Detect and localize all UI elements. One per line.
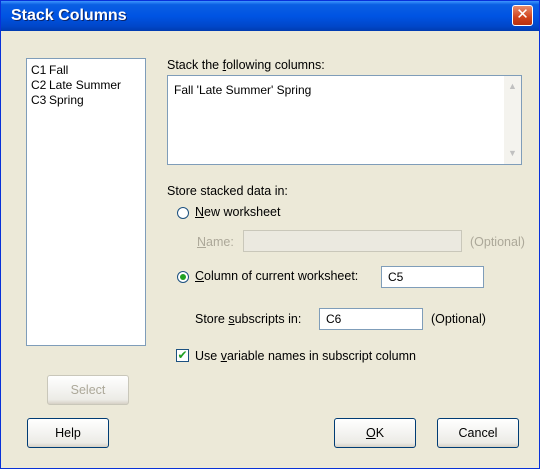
column-id: C2 [31, 78, 47, 92]
check-icon: ✔ [177, 348, 188, 362]
cancel-button[interactable]: Cancel [437, 418, 519, 448]
column-id: C1 [31, 63, 47, 77]
stack-columns-value: Fall 'Late Summer' Spring [174, 83, 312, 97]
column-current-field[interactable]: C5 [381, 266, 484, 288]
store-subscripts-label: Store subscripts in: [195, 312, 302, 326]
title-bar[interactable]: Stack Columns ✕ [1, 1, 539, 31]
use-variable-names-label[interactable]: Use variable names in subscript column [195, 349, 416, 363]
new-worksheet-label[interactable]: New worksheet [195, 205, 280, 219]
help-button[interactable]: Help [27, 418, 109, 448]
column-name: Spring [49, 93, 84, 107]
column-id: C3 [31, 93, 47, 107]
select-button[interactable]: Select [47, 375, 129, 405]
textarea-scrollbar[interactable]: ▲ ▼ [504, 76, 521, 164]
window-title: Stack Columns [11, 7, 127, 24]
name-optional-label: (Optional) [470, 235, 525, 249]
list-item[interactable]: C2 Late Summer [31, 78, 121, 93]
close-icon: ✕ [516, 6, 529, 23]
column-name: Late Summer [49, 78, 122, 92]
list-item[interactable]: C3 Spring [31, 93, 84, 108]
store-stacked-label: Store stacked data in: [167, 184, 288, 198]
use-variable-names-checkbox[interactable]: ✔ [176, 349, 189, 362]
scroll-up-icon[interactable]: ▲ [504, 78, 521, 95]
subscripts-optional-label: (Optional) [431, 312, 486, 326]
stack-columns-textarea[interactable]: Fall 'Late Summer' Spring ▲ ▼ [167, 75, 522, 165]
ok-button[interactable]: OK [334, 418, 416, 448]
store-subscripts-field[interactable]: C6 [319, 308, 423, 330]
column-current-worksheet-label[interactable]: Column of current worksheet: [195, 269, 358, 283]
columns-listbox[interactable]: C1 Fall C2 Late Summer C3 Spring [26, 58, 146, 346]
column-name: Fall [49, 63, 69, 77]
list-item[interactable]: C1 Fall [31, 63, 68, 78]
scroll-down-icon[interactable]: ▼ [504, 145, 521, 162]
close-button[interactable]: ✕ [512, 5, 533, 26]
stack-columns-dialog: Stack Columns ✕ C1 Fall C2 Late Summer C3 S… [0, 0, 540, 469]
name-label: Name: [197, 235, 234, 249]
name-field[interactable] [243, 230, 462, 252]
stack-columns-label: Stack the following columns: [167, 58, 325, 72]
column-current-worksheet-radio[interactable] [177, 271, 189, 283]
new-worksheet-radio[interactable] [177, 207, 189, 219]
